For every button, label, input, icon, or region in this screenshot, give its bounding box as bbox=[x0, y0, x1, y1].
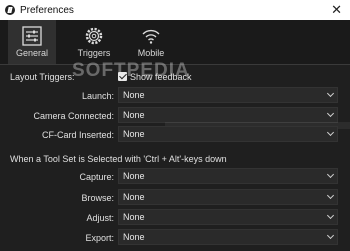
chevron-down-icon bbox=[326, 191, 335, 200]
show-feedback-label: Show feedback bbox=[130, 72, 192, 82]
launch-select[interactable]: None bbox=[118, 87, 338, 103]
gear-icon bbox=[85, 27, 103, 45]
chevron-down-icon bbox=[326, 170, 335, 179]
export-select[interactable]: None bbox=[118, 229, 338, 245]
capture-label: Capture: bbox=[79, 172, 114, 182]
capture-select[interactable]: None bbox=[118, 168, 338, 184]
camera-connected-value: None bbox=[123, 110, 145, 120]
tab-triggers[interactable]: Triggers bbox=[70, 20, 118, 64]
capture-value: None bbox=[123, 171, 145, 181]
chevron-down-icon bbox=[326, 211, 335, 220]
tab-general[interactable]: General bbox=[8, 20, 56, 64]
adjust-select[interactable]: None bbox=[118, 209, 338, 225]
cf-card-inserted-label: CF-Card Inserted: bbox=[41, 130, 114, 140]
adjust-value: None bbox=[123, 212, 145, 222]
title-bar: Preferences ✕ bbox=[0, 0, 350, 20]
export-label: Export: bbox=[85, 233, 114, 243]
app-logo-icon bbox=[5, 5, 15, 15]
show-feedback-checkbox[interactable] bbox=[118, 72, 127, 81]
window-title: Preferences bbox=[20, 4, 74, 16]
tab-mobile-label: Mobile bbox=[137, 48, 165, 58]
export-value: None bbox=[123, 232, 145, 242]
adjust-label: Adjust: bbox=[86, 213, 114, 223]
tool-set-heading: When a Tool Set is Selected with 'Ctrl +… bbox=[10, 154, 227, 164]
cf-card-inserted-select[interactable]: None bbox=[118, 126, 338, 142]
close-button[interactable]: ✕ bbox=[331, 2, 342, 18]
browse-select[interactable]: None bbox=[118, 189, 338, 205]
camera-connected-label: Camera Connected: bbox=[33, 111, 114, 121]
launch-label: Launch: bbox=[81, 91, 114, 101]
sliders-icon bbox=[22, 26, 42, 46]
tab-general-label: General bbox=[15, 48, 49, 58]
layout-triggers-heading: Layout Triggers: bbox=[10, 72, 75, 82]
wifi-icon bbox=[142, 29, 160, 44]
launch-value: None bbox=[123, 90, 145, 100]
browse-value: None bbox=[123, 192, 145, 202]
tab-triggers-label: Triggers bbox=[77, 48, 111, 58]
chevron-down-icon bbox=[326, 231, 335, 240]
tab-mobile[interactable]: Mobile bbox=[127, 20, 175, 64]
cf-card-inserted-value: None bbox=[123, 129, 145, 139]
browse-label: Browse: bbox=[81, 193, 114, 203]
tab-bar: General Triggers Mobile SOFTPEDIA bbox=[0, 20, 350, 81]
chevron-down-icon bbox=[326, 128, 335, 137]
chevron-down-icon bbox=[326, 89, 335, 98]
camera-connected-select[interactable]: None bbox=[118, 107, 338, 123]
chevron-down-icon bbox=[326, 109, 335, 118]
